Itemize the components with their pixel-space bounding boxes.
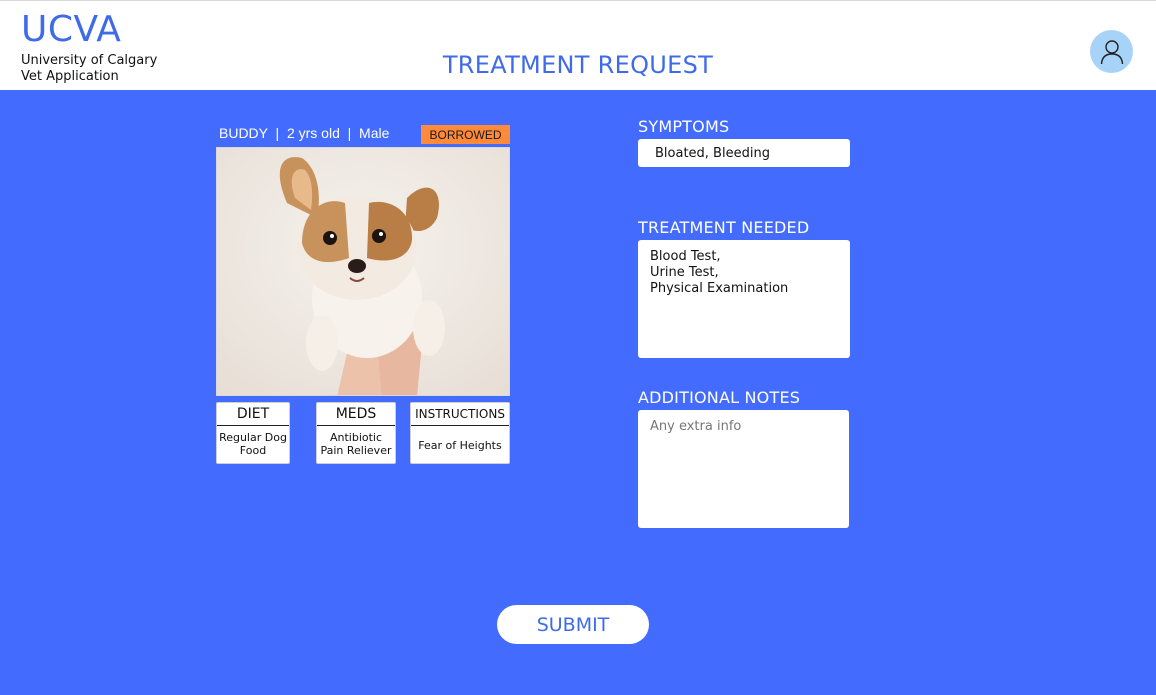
meds-card-title: MEDS: [317, 403, 395, 426]
instructions-card-body: Fear of Heights: [411, 426, 509, 452]
puppy-illustration: [217, 148, 509, 395]
page-title: TREATMENT REQUEST: [442, 51, 714, 79]
instructions-card-title: INSTRUCTIONS: [411, 403, 509, 426]
diet-line1: Regular Dog: [219, 431, 287, 444]
meds-line1: Antibiotic: [329, 431, 383, 444]
puppy-photo: [216, 147, 510, 396]
instructions-line1: Fear of Heights: [418, 439, 502, 452]
treatment-label: TREATMENT NEEDED: [638, 218, 810, 237]
notes-textarea[interactable]: [638, 410, 849, 528]
symptoms-input[interactable]: [638, 139, 850, 167]
status-badge: BORROWED: [421, 125, 510, 144]
user-avatar-button[interactable]: [1090, 30, 1133, 73]
user-icon: [1100, 39, 1123, 64]
submit-button[interactable]: SUBMIT: [497, 605, 649, 644]
app-header: UCVA University of Calgary Vet Applicati…: [0, 0, 1156, 90]
meds-card-body: Antibiotic Pain Reliever: [317, 426, 395, 457]
pet-info: BUDDY | 2 yrs old | Male: [219, 125, 390, 141]
instructions-card: INSTRUCTIONS Fear of Heights: [410, 402, 510, 464]
diet-card: DIET Regular Dog Food: [216, 402, 290, 464]
treatment-textarea[interactable]: [638, 240, 850, 358]
diet-card-body: Regular Dog Food: [217, 426, 289, 457]
symptoms-label: SYMPTOMS: [638, 117, 730, 136]
diet-line2: Food: [239, 444, 267, 457]
notes-label: ADDITIONAL NOTES: [638, 388, 801, 407]
app-logo-title: UCVA: [21, 9, 122, 50]
meds-line2: Pain Reliever: [320, 444, 392, 457]
diet-card-title: DIET: [217, 403, 289, 426]
meds-card: MEDS Antibiotic Pain Reliever: [316, 402, 396, 464]
